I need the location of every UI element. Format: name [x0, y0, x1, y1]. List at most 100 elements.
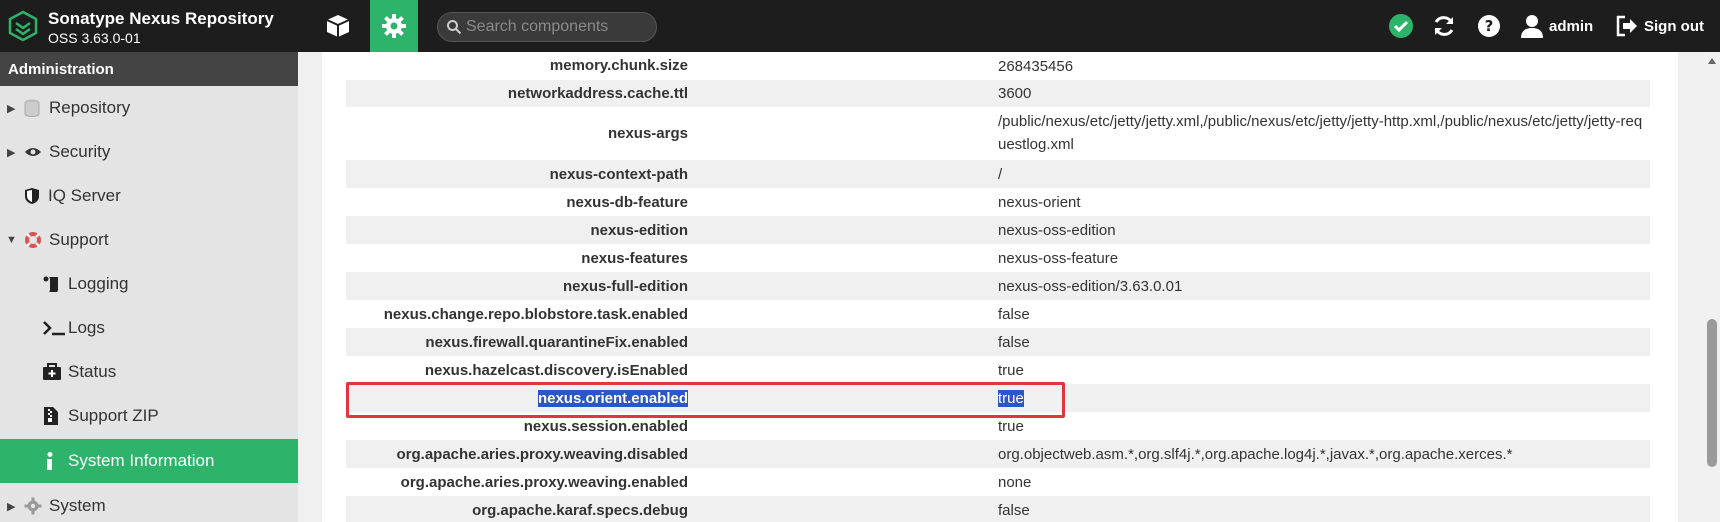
property-row: nexus-context-path /: [346, 160, 1650, 188]
sign-out-label: Sign out: [1644, 17, 1704, 35]
sidebar-item-support-zip[interactable]: Support ZIP: [0, 394, 298, 438]
property-row: networkaddress.cache.ttl 3600: [346, 80, 1650, 107]
property-key: networkaddress.cache.ttl: [507, 85, 688, 102]
property-value: false: [998, 306, 1030, 323]
sign-out-icon: [1616, 15, 1637, 37]
sidebar-item-logging[interactable]: Logging: [0, 262, 298, 306]
sidebar-item-logs[interactable]: Logs: [0, 306, 298, 350]
sidebar-item-security[interactable]: ▶ Security: [0, 130, 298, 174]
help-button[interactable]: ?: [1477, 0, 1501, 52]
sidebar-item-system-information[interactable]: System Information: [0, 439, 298, 483]
property-row: nexus.hazelcast.discovery.isEnabled true: [346, 356, 1650, 384]
property-row: org.apache.karaf.specs.debug false: [346, 496, 1650, 522]
admin-mode-button[interactable]: [370, 0, 418, 52]
sidebar-item-label: IQ Server: [48, 186, 121, 205]
sidebar-item-label: Logging: [68, 274, 129, 293]
property-value: nexus-oss-feature: [998, 250, 1119, 267]
property-value: none: [998, 474, 1032, 491]
vertical-scrollbar[interactable]: [1704, 52, 1720, 522]
property-value: /: [998, 166, 1003, 183]
search-icon: [446, 19, 462, 40]
property-value: nexus-oss-edition/3.63.0.01: [998, 278, 1183, 295]
property-row: nexus-db-feature nexus-orient: [346, 188, 1650, 216]
property-row: memory.chunk.size 268435456: [346, 52, 1650, 80]
sidebar-item-repository[interactable]: ▶ Repository: [0, 86, 298, 130]
terminal-icon: [42, 320, 66, 336]
app-version: OSS 3.63.0-01: [48, 30, 141, 46]
gear-icon: [382, 14, 406, 38]
refresh-icon: [1434, 16, 1454, 36]
system-properties-panel: memory.chunk.size 268435456 networkaddre…: [322, 52, 1678, 522]
scrollbar-thumb[interactable]: [1707, 319, 1717, 467]
property-key: nexus-args: [607, 125, 688, 142]
property-value: true: [998, 362, 1024, 379]
sidebar-item-system[interactable]: ▶ System: [0, 484, 298, 522]
sidebar-item-label: Status: [68, 362, 117, 381]
sidebar-item-iq-server[interactable]: IQ Server: [0, 174, 298, 218]
search-box[interactable]: [437, 12, 657, 42]
property-key: nexus.hazelcast.discovery.isEnabled: [424, 362, 688, 379]
user-icon: [1521, 15, 1543, 38]
question-circle-icon: ?: [1478, 15, 1500, 37]
property-value: 268435456: [998, 58, 1074, 75]
app-title: Sonatype Nexus Repository: [48, 9, 274, 28]
sidebar-item-label: System Information: [68, 451, 215, 470]
property-key: nexus.change.repo.blobstore.task.enabled: [383, 306, 688, 323]
property-key: nexus-db-feature: [566, 194, 688, 211]
scroll-icon: [42, 275, 62, 293]
property-key: org.apache.aries.proxy.weaving.enabled: [400, 474, 688, 491]
caret-right-icon: ▶: [7, 146, 16, 159]
property-value: false: [998, 334, 1030, 351]
check-circle-icon: [1389, 14, 1413, 38]
main-content: memory.chunk.size 268435456 networkaddre…: [298, 52, 1704, 522]
top-header: Sonatype Nexus Repository OSS 3.63.0-01: [0, 0, 1720, 52]
property-key: nexus.firewall.quarantineFix.enabled: [425, 334, 688, 351]
refresh-button[interactable]: [1432, 0, 1456, 52]
svg-text:?: ?: [1485, 17, 1494, 35]
user-menu-button[interactable]: admin: [1521, 0, 1593, 52]
property-key: nexus-context-path: [549, 166, 688, 183]
property-key: org.apache.aries.proxy.weaving.disabled: [396, 446, 689, 463]
sidebar-item-label: Logs: [68, 318, 105, 337]
gear-icon: [24, 497, 42, 515]
property-row: org.apache.aries.proxy.weaving.enabled n…: [346, 468, 1650, 496]
property-key: memory.chunk.size: [549, 57, 688, 74]
sidebar-item-label: Security: [49, 142, 111, 161]
property-value: nexus-orient: [998, 194, 1081, 211]
property-value: 3600: [998, 85, 1032, 102]
caret-right-icon: ▶: [7, 500, 16, 513]
sidebar-item-label: System: [49, 496, 106, 515]
property-key: nexus-edition: [590, 222, 688, 239]
nexus-logo-icon: [8, 10, 38, 42]
cube-icon: [326, 15, 350, 37]
eye-icon: [24, 145, 42, 159]
scroll-up-icon[interactable]: [1708, 58, 1716, 64]
property-key: nexus.session.enabled: [523, 418, 688, 435]
property-row: nexus-edition nexus-oss-edition: [346, 216, 1650, 244]
property-row: org.apache.aries.proxy.weaving.disabled …: [346, 440, 1650, 468]
caret-right-icon: ▶: [7, 102, 16, 115]
sidebar-item-label: Support: [49, 230, 109, 249]
admin-sidebar: Administration ▶ Repository ▶ Security I…: [0, 52, 298, 522]
sidebar-item-status[interactable]: Status: [0, 350, 298, 394]
property-row: nexus-args /public/nexus/etc/jetty/jetty…: [346, 107, 1650, 160]
sign-out-button[interactable]: Sign out: [1616, 0, 1704, 52]
info-icon: [46, 452, 54, 470]
medkit-icon: [42, 363, 62, 381]
property-row: nexus-full-edition nexus-oss-edition/3.6…: [346, 272, 1650, 300]
caret-down-icon: ▼: [6, 234, 17, 246]
shield-icon: [24, 187, 40, 205]
lifebuoy-icon: [24, 231, 42, 249]
property-row: nexus.change.repo.blobstore.task.enabled…: [346, 300, 1650, 328]
sidebar-section-title: Administration: [0, 52, 298, 86]
property-key: nexus-full-edition: [563, 278, 688, 295]
sidebar-item-support[interactable]: ▼ Support: [0, 218, 298, 262]
property-value: nexus-oss-edition: [998, 222, 1116, 239]
health-check-button[interactable]: [1388, 0, 1414, 52]
zip-file-icon: [43, 406, 59, 426]
sidebar-item-label: Repository: [49, 98, 131, 117]
property-value: true: [998, 418, 1024, 435]
search-input[interactable]: [466, 16, 652, 38]
browse-mode-button[interactable]: [316, 0, 360, 52]
property-row: nexus.firewall.quarantineFix.enabled fal…: [346, 328, 1650, 356]
